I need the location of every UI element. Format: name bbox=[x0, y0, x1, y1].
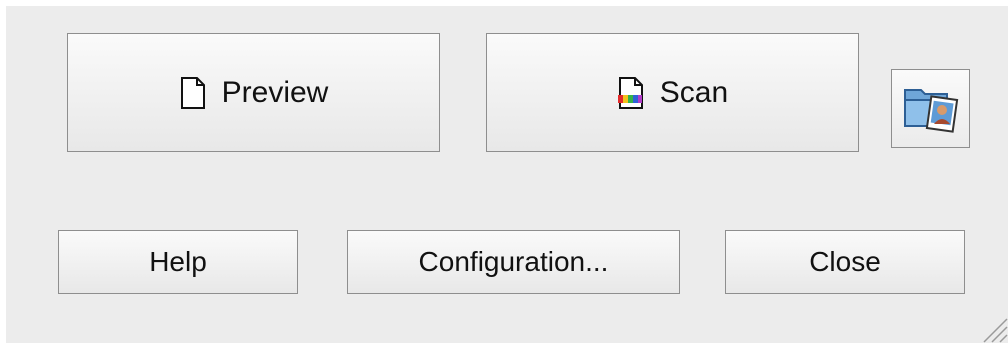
scan-button[interactable]: Scan bbox=[486, 33, 859, 152]
scanner-dialog: Preview Scan Help Configuration... Close bbox=[6, 6, 1008, 343]
close-button[interactable]: Close bbox=[725, 230, 965, 294]
scan-button-label: Scan bbox=[659, 75, 729, 109]
folder-photo-icon bbox=[901, 76, 961, 141]
configuration-button-label: Configuration... bbox=[418, 246, 609, 277]
configuration-button[interactable]: Configuration... bbox=[347, 230, 680, 294]
close-button-label: Close bbox=[809, 246, 881, 277]
document-icon bbox=[179, 76, 207, 109]
preview-button[interactable]: Preview bbox=[67, 33, 440, 152]
color-document-icon bbox=[617, 76, 645, 109]
preview-button-label: Preview bbox=[221, 75, 329, 109]
browse-folder-button[interactable] bbox=[891, 69, 970, 148]
help-button-label: Help bbox=[149, 246, 207, 277]
help-button[interactable]: Help bbox=[58, 230, 298, 294]
resize-grip-icon[interactable] bbox=[978, 313, 1008, 343]
